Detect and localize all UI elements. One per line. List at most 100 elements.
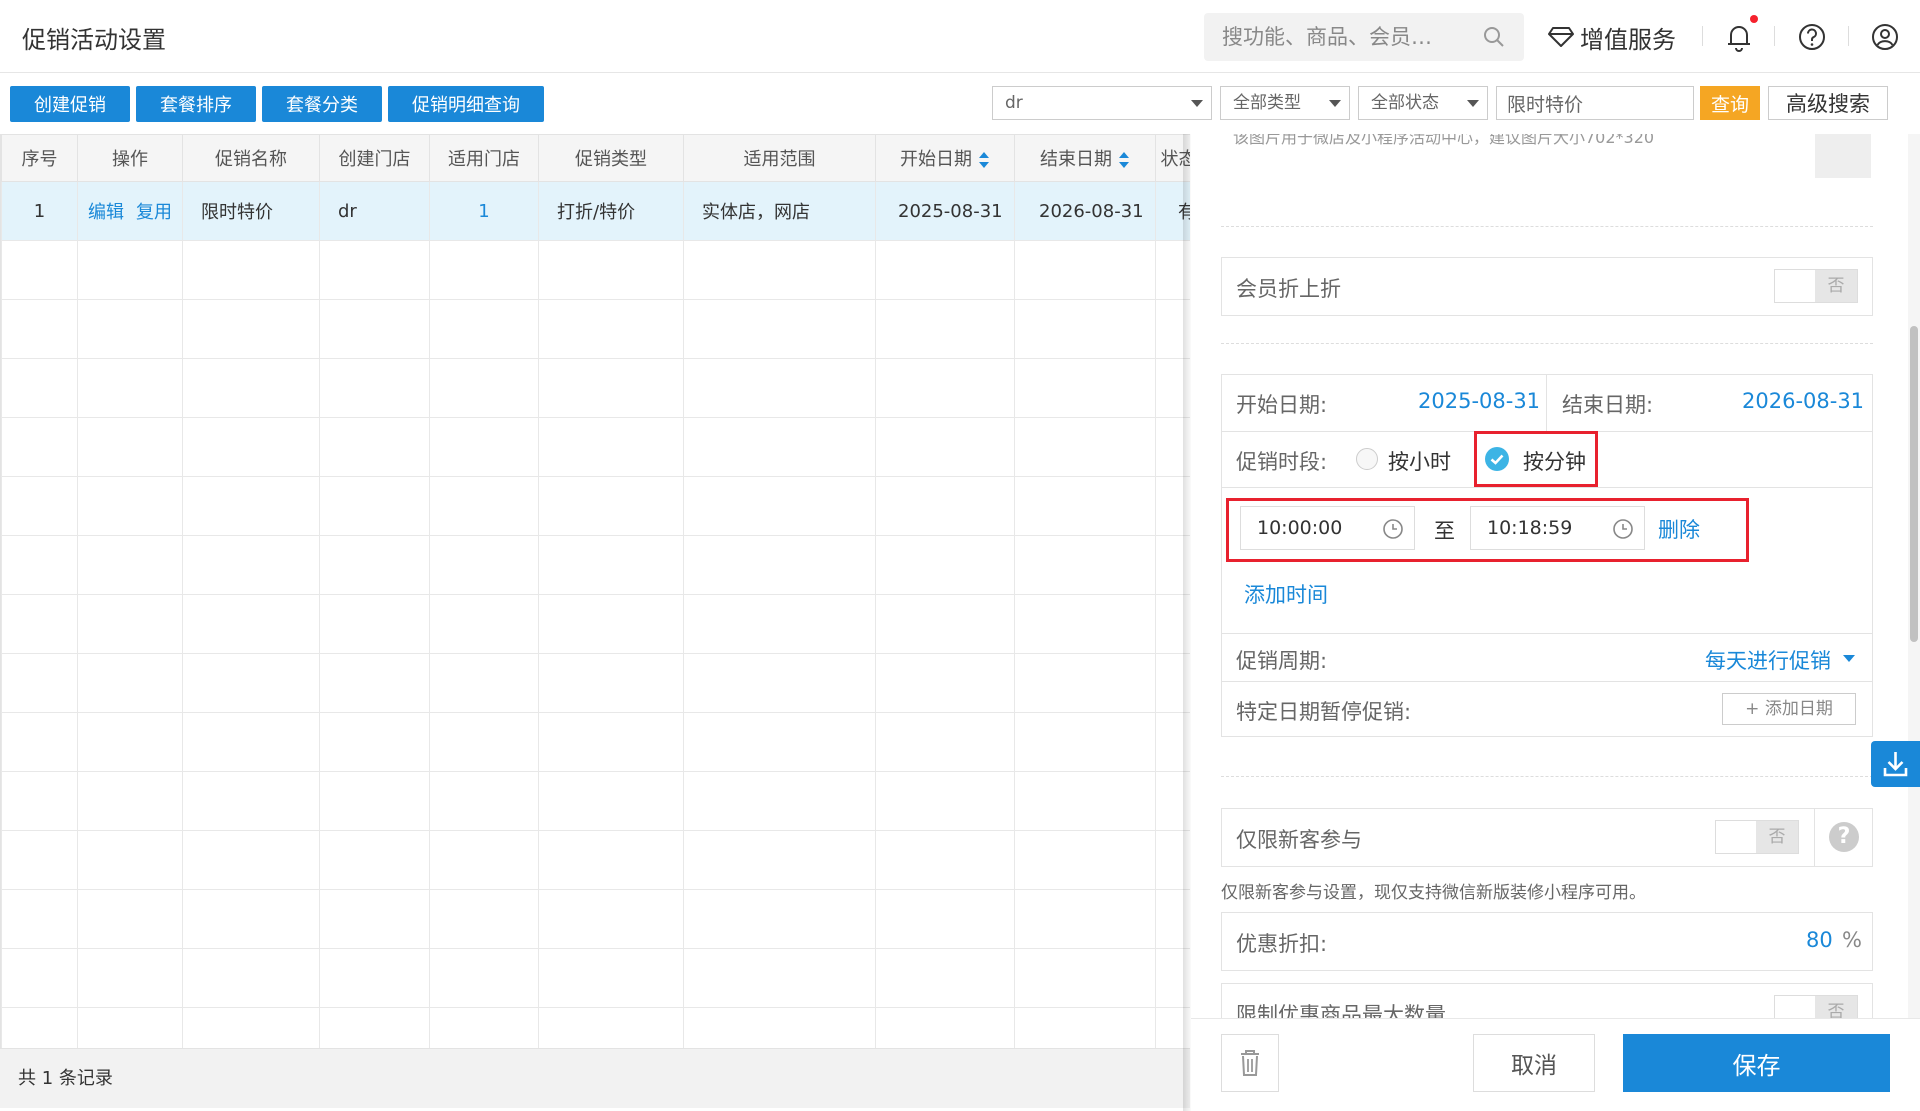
by-minute-label[interactable]: 按分钟 (1523, 446, 1586, 476)
new-customer-toggle[interactable]: 否 (1715, 820, 1799, 854)
column-header: 适用门店 (429, 134, 539, 182)
create-promotion-button[interactable]: 创建促销 (10, 86, 130, 122)
column-header-label: 开始日期 (900, 149, 972, 170)
type-filter-value: 全部类型 (1233, 93, 1301, 113)
trash-icon (1241, 1050, 1259, 1076)
toggle-knob (1716, 821, 1758, 853)
limit-quantity-toggle[interactable]: 否 (1774, 995, 1858, 1018)
download-float-button[interactable] (1871, 741, 1920, 787)
limit-quantity-row: 限制优惠商品最大数量 否 (1221, 983, 1873, 1018)
chevron-down-icon (1329, 100, 1341, 107)
package-category-button[interactable]: 套餐分类 (262, 86, 382, 122)
reuse-link[interactable]: 复用 (136, 202, 172, 223)
status-filter-select[interactable]: 全部状态 (1358, 86, 1488, 120)
column-header: 促销名称 (182, 134, 320, 182)
type-filter-select[interactable]: 全部类型 (1220, 86, 1350, 120)
add-date-button[interactable]: + 添加日期 (1722, 693, 1856, 725)
edit-link[interactable]: 编辑 (88, 202, 124, 223)
panel-scrollbar-thumb[interactable] (1910, 326, 1918, 642)
promotion-table: 序号 操作 促销名称 创建门店 适用门店 促销类型 适用范围 开始日期 结束日期… (0, 134, 1190, 1048)
sort-icon[interactable] (1118, 151, 1130, 169)
divider (1221, 776, 1873, 777)
discount-row: 优惠折扣: 80 % (1221, 912, 1873, 971)
promotion-settings-panel: 该图片用于微店及小程序活动中心，建议图片大小702*320 会员折上折 否 开始… (1191, 134, 1920, 1111)
start-time-value: 10:00:00 (1257, 517, 1343, 539)
package-sort-button[interactable]: 套餐排序 (136, 86, 256, 122)
by-hour-radio[interactable] (1356, 448, 1378, 470)
table-row-empty (1, 476, 1190, 536)
end-date-value[interactable]: 2026-08-31 (1742, 389, 1864, 413)
help-icon[interactable] (1795, 20, 1829, 54)
new-customer-hint: 仅限新客参与设置，现仅支持微信新版装修小程序可用。 (1221, 883, 1646, 903)
column-header-start-date[interactable]: 开始日期 (875, 134, 1015, 182)
column-header-end-date[interactable]: 结束日期 (1014, 134, 1156, 182)
divider (1814, 809, 1815, 866)
caret-down-icon[interactable] (1843, 655, 1855, 663)
bell-icon[interactable] (1722, 20, 1756, 54)
member-discount-toggle[interactable]: 否 (1774, 269, 1858, 303)
table-header-row: 序号 操作 促销名称 创建门店 适用门店 促销类型 适用范围 开始日期 结束日期… (1, 134, 1190, 182)
delete-time-link[interactable]: 删除 (1658, 514, 1700, 544)
chevron-down-icon (1191, 100, 1203, 107)
sort-icon[interactable] (978, 151, 990, 169)
panel-scroll-area[interactable]: 该图片用于微店及小程序活动中心，建议图片大小702*320 会员折上折 否 开始… (1191, 134, 1920, 1018)
divider (1221, 343, 1873, 344)
panel-footer: 取消 保存 (1191, 1018, 1920, 1111)
discount-label: 优惠折扣: (1236, 932, 1328, 956)
value-added-label: 增值服务 (1580, 25, 1676, 54)
toolbar: 创建促销 套餐排序 套餐分类 促销明细查询 dr 全部类型 全部状态 查询 高级… (0, 74, 1920, 134)
keyword-input[interactable] (1496, 86, 1694, 120)
time-range-separator: 至 (1434, 519, 1455, 543)
pause-date-row: 特定日期暂停促销: + 添加日期 (1221, 681, 1873, 737)
end-time-value: 10:18:59 (1487, 517, 1573, 539)
diamond-icon (1548, 27, 1574, 47)
advanced-search-button[interactable]: 高级搜索 (1768, 86, 1888, 120)
cycle-select[interactable]: 每天进行促销 (1705, 645, 1831, 675)
cell-index: 1 (1, 181, 78, 241)
table-row-empty (1, 1007, 1190, 1048)
promotion-detail-query-button[interactable]: 促销明细查询 (388, 86, 544, 122)
new-customer-row: 仅限新客参与 否 ? (1221, 808, 1873, 867)
table-row-empty (1, 240, 1190, 300)
by-hour-label[interactable]: 按小时 (1388, 446, 1451, 476)
toggle-knob (1775, 270, 1817, 302)
value-added-services-button[interactable]: 增值服务 (1548, 20, 1676, 54)
divider (1546, 375, 1547, 431)
image-upload-placeholder[interactable] (1815, 134, 1871, 178)
cancel-button[interactable]: 取消 (1473, 1034, 1595, 1092)
help-icon[interactable]: ? (1829, 822, 1859, 852)
table-row-empty (1, 417, 1190, 477)
delete-button[interactable] (1221, 1034, 1279, 1092)
check-icon (1490, 454, 1504, 465)
discount-input[interactable]: 80 (1806, 928, 1833, 952)
table-row-empty (1, 830, 1190, 890)
search-input[interactable] (1222, 13, 1472, 61)
new-customer-label: 仅限新客参与 (1236, 828, 1362, 852)
clock-icon (1613, 519, 1633, 539)
cell-apply-store-link[interactable]: 1 (429, 181, 539, 241)
table-row-empty (1, 594, 1190, 654)
start-date-value[interactable]: 2025-08-31 (1418, 389, 1540, 413)
member-discount-label: 会员折上折 (1236, 277, 1341, 301)
add-time-link[interactable]: 添加时间 (1244, 579, 1328, 609)
start-time-input[interactable]: 10:00:00 (1240, 506, 1415, 550)
chevron-down-icon (1467, 100, 1479, 107)
by-minute-radio[interactable] (1485, 447, 1509, 471)
table-row[interactable]: 1 编辑 复用 限时特价 dr 1 打折/特价 实体店，网店 2025-08-31… (1, 181, 1190, 241)
notification-dot (1750, 15, 1758, 23)
global-search[interactable] (1204, 13, 1524, 61)
query-button[interactable]: 查询 (1700, 86, 1760, 120)
member-discount-row: 会员折上折 否 (1221, 257, 1873, 316)
percent-unit: % (1842, 928, 1862, 952)
image-hint: 该图片用于微店及小程序活动中心，建议图片大小702*320 (1233, 134, 1655, 147)
end-time-input[interactable]: 10:18:59 (1470, 506, 1645, 550)
end-date-label: 结束日期: (1562, 393, 1654, 417)
user-avatar-icon[interactable] (1868, 20, 1902, 54)
save-button[interactable]: 保存 (1623, 1034, 1890, 1092)
pause-label: 特定日期暂停促销: (1236, 700, 1412, 724)
search-icon[interactable] (1482, 25, 1506, 49)
column-header-label: 结束日期 (1040, 149, 1112, 170)
store-filter-select[interactable]: dr (992, 86, 1212, 120)
cycle-label: 促销周期: (1236, 649, 1328, 673)
column-header: 操作 (77, 134, 183, 182)
